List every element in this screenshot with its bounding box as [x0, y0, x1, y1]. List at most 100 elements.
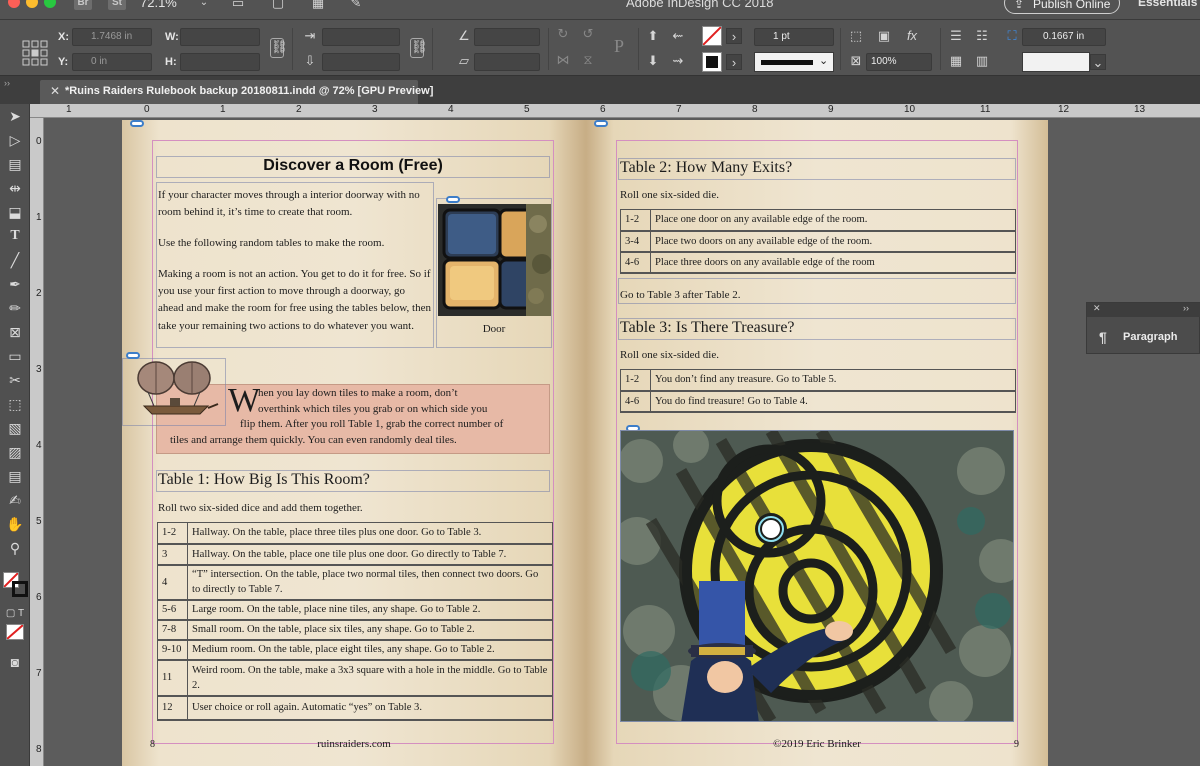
- scale-x-icon[interactable]: ⇥: [302, 28, 318, 44]
- result-cell[interactable]: Place three doors on any available edge …: [650, 251, 1016, 273]
- workspace-switcher[interactable]: Essentials: [1138, 0, 1197, 9]
- constrain-scale-icon[interactable]: ⛓: [410, 38, 428, 58]
- y-field[interactable]: 0 in: [72, 53, 152, 71]
- zoom-tool-icon[interactable]: ⚲: [5, 538, 25, 558]
- table-row[interactable]: 5-6 Large room. On the table, place nine …: [157, 599, 553, 620]
- scissors-tool-icon[interactable]: ✂: [5, 370, 25, 390]
- paragraph-panel[interactable]: ✕ ›› ¶ Paragraph: [1086, 302, 1200, 354]
- rotate-angle-icon[interactable]: ∠: [456, 28, 472, 44]
- fill-stroke-swatches[interactable]: [3, 568, 28, 600]
- result-cell[interactable]: Place two doors on any available edge of…: [650, 230, 1016, 252]
- table-row[interactable]: 1-2 Hallway. On the table, place three ti…: [157, 522, 553, 544]
- result-cell[interactable]: Hallway. On the table, place three tiles…: [187, 522, 553, 544]
- stroke-weight-field[interactable]: 1 pt: [754, 28, 834, 46]
- apply-none-icon[interactable]: [6, 624, 24, 640]
- result-cell[interactable]: You don’t find any treasure. Go to Table…: [650, 369, 1016, 391]
- arrange-documents-icon[interactable]: ▦: [310, 0, 326, 11]
- x-field[interactable]: 1.7468 in: [72, 28, 152, 46]
- gradient-feather-tool-icon[interactable]: ▨: [5, 442, 25, 462]
- roll-cell[interactable]: 7-8: [157, 619, 188, 640]
- formatting-affects-icon[interactable]: ▢ T: [5, 604, 25, 624]
- fill-none-swatch[interactable]: [702, 26, 722, 46]
- result-cell[interactable]: Hallway. On the table, place one tile pl…: [187, 543, 553, 565]
- page-tool-icon[interactable]: ▤: [5, 154, 25, 174]
- minimize-window-button[interactable]: [26, 0, 38, 8]
- roll-cell[interactable]: 1-2: [620, 209, 651, 231]
- stroke-type-dropdown[interactable]: ⌄: [754, 52, 834, 72]
- object-style-dropdown[interactable]: [1022, 52, 1090, 72]
- roll-cell[interactable]: 4: [157, 564, 188, 600]
- roll-cell[interactable]: 9-10: [157, 639, 188, 660]
- stroke-swatch[interactable]: [702, 52, 722, 72]
- fill-chevron-icon[interactable]: ›: [726, 28, 742, 44]
- bridge-button[interactable]: Br: [74, 0, 92, 10]
- table2[interactable]: 1-2 Place one door on any available edge …: [620, 209, 1016, 274]
- scale-x-field[interactable]: [322, 28, 400, 46]
- select-next-icon[interactable]: ⇝: [670, 53, 686, 69]
- gap-tool-icon[interactable]: ⇹: [5, 178, 25, 198]
- result-cell[interactable]: Place one door on any available edge of …: [650, 209, 1016, 231]
- align-center-icon[interactable]: ☷: [974, 28, 990, 44]
- roll-cell[interactable]: 11: [157, 659, 188, 696]
- roll-cell[interactable]: 5-6: [157, 599, 188, 620]
- rotate-cw-icon[interactable]: ↻: [555, 26, 571, 42]
- table-row[interactable]: 4-6 You do find treasure! Go to Table 4.: [620, 390, 1016, 412]
- gap-field[interactable]: 0.1667 in: [1022, 28, 1106, 46]
- text-wrap-icon[interactable]: ▦: [948, 53, 964, 69]
- expand-panel-icon[interactable]: ››: [1183, 303, 1189, 313]
- auto-fit-icon[interactable]: ⛶: [1004, 28, 1020, 44]
- constrain-proportions-icon[interactable]: ⛓: [270, 38, 288, 58]
- opacity-icon[interactable]: ⊠: [848, 53, 864, 69]
- scale-y-field[interactable]: [322, 53, 400, 71]
- effects-fx-icon[interactable]: fx: [904, 28, 920, 44]
- right-page[interactable]: Table 2: How Many Exits? Roll one six-si…: [586, 120, 1048, 766]
- zoom-level[interactable]: 72.1%: [140, 0, 177, 10]
- object-style-chevron-icon[interactable]: ⌄: [1090, 54, 1106, 70]
- roll-cell[interactable]: 12: [157, 695, 188, 720]
- flip-vertical-icon[interactable]: ⧖: [580, 52, 596, 68]
- select-content-icon[interactable]: ⬇: [645, 53, 661, 69]
- eyedropper-tool-icon[interactable]: ✍: [5, 490, 25, 510]
- rotate-ccw-icon[interactable]: ↺: [580, 26, 596, 42]
- document-tab[interactable]: ✕ *Ruins Raiders Rulebook backup 2018081…: [40, 80, 433, 104]
- result-cell[interactable]: “T” intersection. On the table, place tw…: [187, 564, 553, 600]
- table-row[interactable]: 1-2 You don’t find any treasure. Go to Ta…: [620, 369, 1016, 391]
- result-cell[interactable]: Medium room. On the table, place eight t…: [187, 639, 553, 660]
- content-collector-icon[interactable]: ⬓: [5, 202, 25, 222]
- note-tool-icon[interactable]: ▤: [5, 466, 25, 486]
- align-left-icon[interactable]: ☰: [948, 28, 964, 44]
- roll-cell[interactable]: 1-2: [620, 369, 651, 391]
- stock-button[interactable]: St: [108, 0, 126, 10]
- opacity-field[interactable]: 100%: [866, 53, 932, 71]
- reference-point-icon[interactable]: [22, 40, 48, 66]
- gradient-swatch-tool-icon[interactable]: ▧: [5, 418, 25, 438]
- left-page[interactable]: Discover a Room (Free) If your character…: [122, 120, 586, 766]
- flip-horizontal-icon[interactable]: ⋈: [555, 52, 571, 68]
- shear-field[interactable]: [474, 53, 540, 71]
- close-tab-icon[interactable]: ✕: [50, 84, 60, 98]
- table-row[interactable]: 3 Hallway. On the table, place one tile p…: [157, 543, 553, 565]
- selection-tool-icon[interactable]: ➤: [5, 106, 25, 126]
- table-row[interactable]: 4 “T” intersection. On the table, place t…: [157, 564, 553, 600]
- table-row[interactable]: 12 User choice or roll again. Automatic “…: [157, 695, 553, 720]
- screen-mode-icon[interactable]: ▢: [270, 0, 286, 11]
- result-cell[interactable]: You do find treasure! Go to Table 4.: [650, 390, 1016, 412]
- table-row[interactable]: 9-10 Medium room. On the table, place eig…: [157, 639, 553, 660]
- hand-tool-icon[interactable]: ✋: [5, 514, 25, 534]
- text-wrap-around-icon[interactable]: ▥: [974, 53, 990, 69]
- result-cell[interactable]: Weird room. On the table, make a 3x3 squ…: [187, 659, 553, 696]
- close-panel-icon[interactable]: ✕: [1093, 303, 1101, 314]
- frame-fitting-icon[interactable]: ⬚: [848, 28, 864, 44]
- vault-door-illustration[interactable]: [620, 430, 1014, 722]
- link-icon[interactable]: [446, 196, 460, 203]
- select-previous-icon[interactable]: ⇜: [670, 28, 686, 44]
- direct-selection-tool-icon[interactable]: ▷: [5, 130, 25, 150]
- result-cell[interactable]: Small room. On the table, place six tile…: [187, 619, 553, 640]
- table-row[interactable]: 3-4 Place two doors on any available edge…: [620, 230, 1016, 252]
- view-options-icon[interactable]: ▭: [230, 0, 246, 11]
- link-icon[interactable]: [594, 120, 608, 127]
- roll-cell[interactable]: 1-2: [157, 522, 188, 544]
- pen-feather-icon[interactable]: ✎: [348, 0, 364, 11]
- shear-angle-icon[interactable]: ▱: [456, 53, 472, 69]
- result-cell[interactable]: Large room. On the table, place nine til…: [187, 599, 553, 620]
